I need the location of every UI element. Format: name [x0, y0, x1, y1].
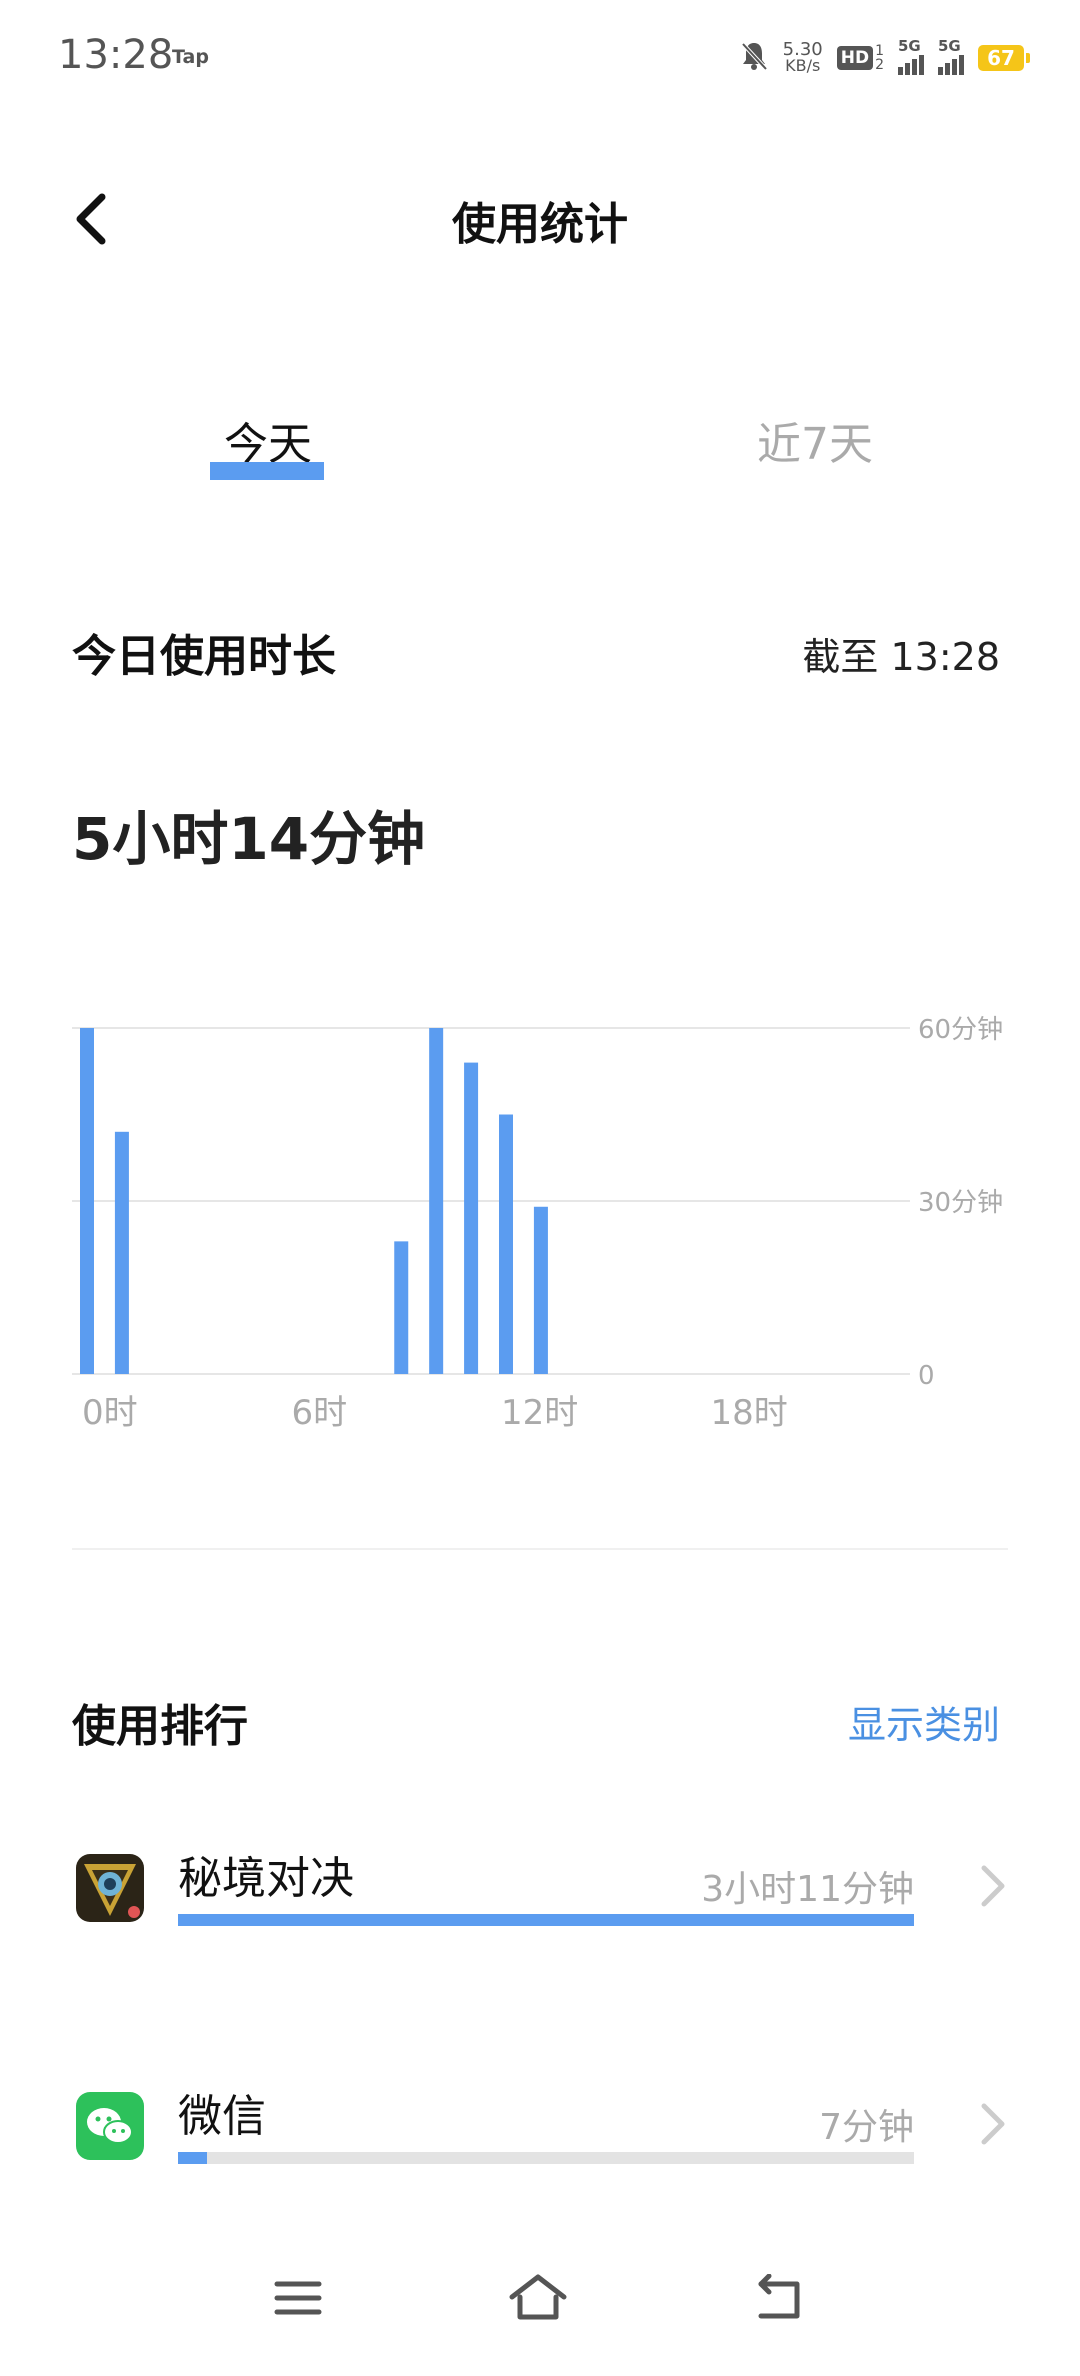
- x-tick-label: 6时: [292, 1393, 348, 1433]
- total-duration: 5小时14分钟: [72, 805, 426, 873]
- page-title: 使用统计: [452, 199, 628, 250]
- menu-icon: [273, 2278, 323, 2322]
- y-tick-label: 30分钟: [918, 1188, 1003, 1218]
- hd-sub: 1 2: [875, 44, 884, 72]
- bell-muted-icon: [739, 40, 769, 76]
- usage-bar-track: [178, 2152, 914, 2164]
- app-name: 微信: [178, 2091, 266, 2142]
- app-usage-time: 3小时11分钟: [701, 1869, 914, 1910]
- chart-bar: [429, 1028, 444, 1374]
- status-time: 13:28: [58, 32, 174, 78]
- chevron-right-icon: [976, 2100, 1008, 2148]
- usage-bar-track: [178, 1914, 914, 1926]
- app-usage-time: 7分钟: [819, 2107, 914, 2148]
- show-category-link[interactable]: 显示类别: [848, 1694, 1000, 1749]
- game-app-icon: [76, 1854, 144, 1922]
- x-tick-label: 18时: [711, 1393, 788, 1433]
- chevron-left-icon: [70, 191, 110, 251]
- x-tick-label: 12时: [501, 1393, 578, 1433]
- app-row-wechat[interactable]: 微信 7分钟: [0, 2080, 1080, 2200]
- usage-chart: 0 30分钟 60分钟 0时 6时 12时 18时: [72, 1015, 1003, 1433]
- usage-bar-fill: [178, 2152, 208, 2164]
- y-tick-label: 0: [918, 1361, 935, 1391]
- hd-label: HD: [836, 46, 874, 70]
- x-tick-label: 0时: [82, 1393, 138, 1433]
- tab-active-indicator: [210, 462, 324, 480]
- status-bar: 13:28 Tap 5.30 KB/s HD 1 2 5G 5G 67: [0, 0, 1080, 120]
- app-row-mijing[interactable]: 秘境对决 3小时11分钟: [0, 1842, 1080, 1962]
- signal-2-label: 5G: [938, 37, 961, 55]
- app-name: 秘境对决: [178, 1853, 354, 1904]
- today-usage-title: 今日使用时长: [72, 631, 336, 682]
- home-icon: [508, 2273, 568, 2327]
- chevron-right-icon: [976, 1862, 1008, 1910]
- navigation-bar: [0, 2260, 1080, 2360]
- as-of-time: 截至 13:28: [802, 635, 1000, 679]
- signal-icon: 5G: [898, 37, 924, 75]
- status-icons: 5.30 KB/s HD 1 2 5G 5G 67: [739, 36, 1030, 80]
- wechat-icon: [76, 2092, 144, 2160]
- home-button[interactable]: [498, 2260, 578, 2340]
- tap-indicator: Tap: [172, 46, 209, 68]
- usage-bar-fill: [178, 1914, 914, 1926]
- back-icon: [755, 2273, 805, 2326]
- signal-icon-2: 5G: [938, 37, 964, 75]
- chart-bar: [114, 1131, 129, 1374]
- signal-1-label: 5G: [898, 37, 921, 55]
- network-speed-unit: KB/s: [785, 56, 821, 75]
- chart-bar: [394, 1241, 409, 1374]
- hd-sub-top: 1: [875, 43, 884, 59]
- back-nav-button[interactable]: [740, 2260, 820, 2340]
- divider: [72, 1548, 1008, 1550]
- back-button[interactable]: [62, 188, 118, 254]
- battery-level: 67: [987, 46, 1015, 70]
- tab-last-7-days[interactable]: 近7天: [740, 408, 890, 472]
- chart-bar: [533, 1206, 548, 1374]
- chart-bar: [80, 1028, 94, 1374]
- y-tick-label: 60分钟: [918, 1015, 1003, 1045]
- hd-badge: HD 1 2: [836, 44, 884, 72]
- network-speed: 5.30 KB/s: [783, 41, 823, 75]
- chart-bar: [464, 1062, 479, 1374]
- menu-button[interactable]: [258, 2260, 338, 2340]
- ranking-title: 使用排行: [72, 1701, 248, 1752]
- battery-icon: 67: [978, 45, 1030, 71]
- hd-sub-bottom: 2: [875, 57, 884, 73]
- chart-bar: [499, 1114, 513, 1374]
